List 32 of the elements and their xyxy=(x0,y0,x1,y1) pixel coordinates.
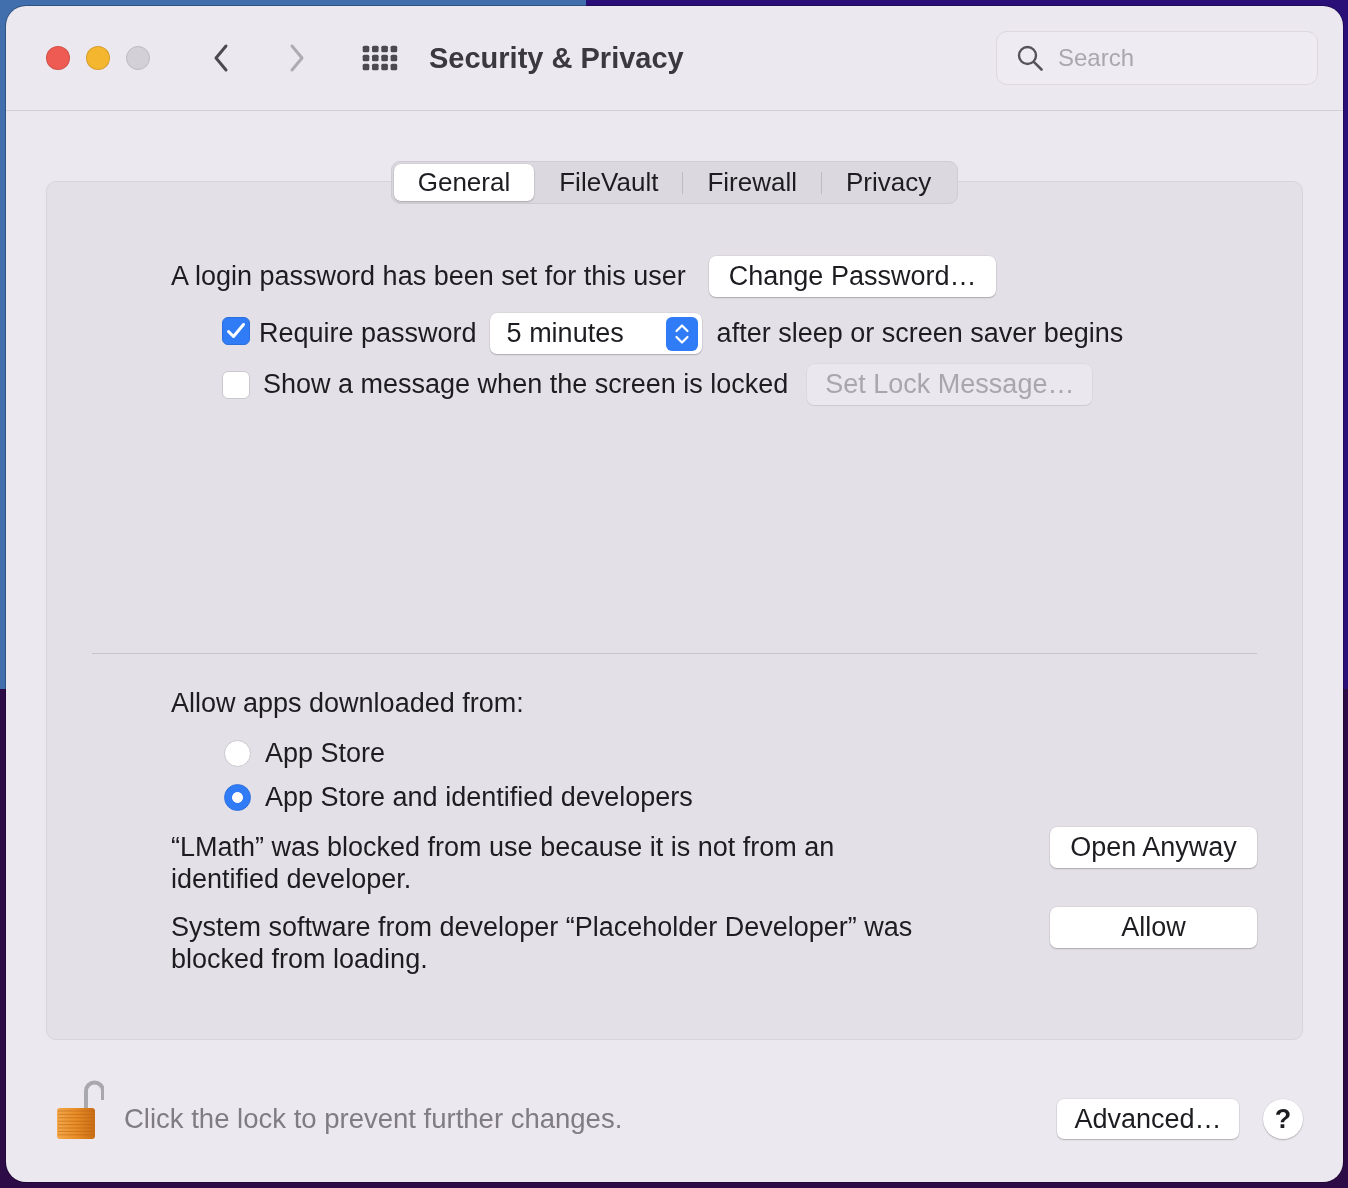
radio-label[interactable]: App Store xyxy=(265,737,386,769)
checkbox[interactable] xyxy=(222,316,250,345)
delay-dropdown[interactable]: 5 minutes xyxy=(489,313,702,354)
lock-hint-text: Click the lock to prevent further changes. xyxy=(124,1103,623,1135)
checkbox-label[interactable]: Show a message when the screen is locked xyxy=(263,369,789,400)
radio-label[interactable]: App Store and identified developers xyxy=(265,781,693,813)
window-title: Security & Privacy xyxy=(429,41,684,75)
radio-button[interactable] xyxy=(224,783,251,811)
blocked-notice-text: System software from developer “Placeholder Developer” was blocked from loading. xyxy=(171,911,914,975)
advanced-button[interactable]: Advanced… xyxy=(1057,1099,1239,1139)
close-button[interactable] xyxy=(46,46,70,70)
tab[interactable]: Privacy xyxy=(822,164,956,201)
help-button[interactable]: ? xyxy=(1263,1099,1303,1139)
grid-icon[interactable] xyxy=(362,45,398,71)
stepper-arrows-icon xyxy=(665,316,698,351)
search-icon xyxy=(1017,45,1043,71)
login-password-text: A login password has been set for this user xyxy=(171,261,686,292)
change-password-button[interactable]: Change Password… xyxy=(708,256,997,297)
allow-apps-label: Allow apps downloaded from: xyxy=(171,688,524,718)
radio-button[interactable] xyxy=(224,739,251,767)
notice-action-button[interactable]: Open Anyway xyxy=(1050,827,1257,868)
padlock-icon[interactable] xyxy=(56,1078,104,1140)
tab[interactable]: Firewall xyxy=(683,164,822,201)
blocked-notice-text: “LMath” was blocked from use because it is not from an identified developer. xyxy=(171,831,836,895)
require-password-suffix: after sleep or screen saver begins xyxy=(716,318,1124,349)
notice-action-button[interactable]: Allow xyxy=(1050,907,1257,948)
tab[interactable]: FileVault xyxy=(535,164,683,201)
checkbox-label[interactable]: Require password xyxy=(259,318,477,349)
minimize-button[interactable] xyxy=(86,46,110,70)
checkbox[interactable] xyxy=(222,370,250,399)
tab[interactable]: General xyxy=(393,164,535,201)
search-field[interactable]: Search xyxy=(996,31,1318,85)
